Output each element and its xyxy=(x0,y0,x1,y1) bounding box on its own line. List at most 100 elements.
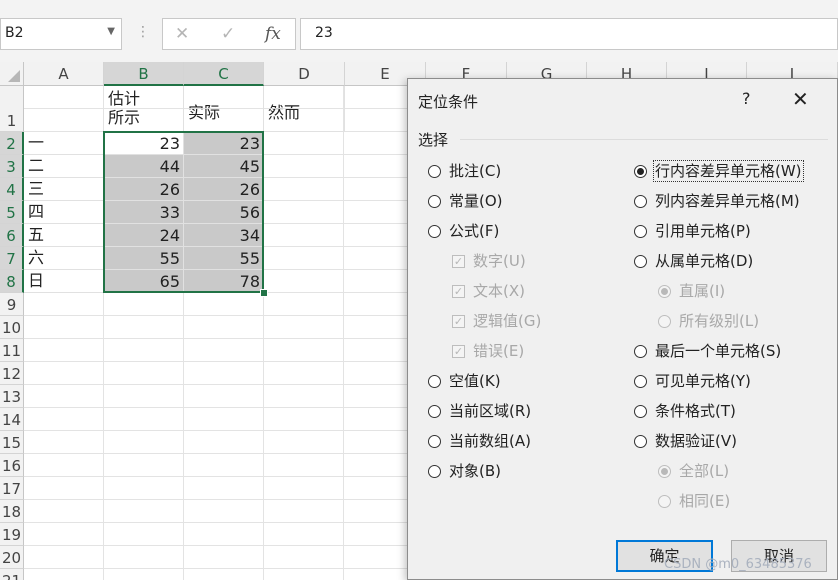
cell-a2[interactable]: 一 xyxy=(24,132,104,155)
option-direct-only[interactable]: 直属(I) xyxy=(658,279,725,303)
option-precedents[interactable]: 引用单元格(P) xyxy=(634,219,751,243)
option-numbers[interactable]: ✓ 数字(U) xyxy=(452,249,526,273)
row-header[interactable]: 20 xyxy=(0,546,24,569)
option-blanks[interactable]: 空值(K) xyxy=(428,369,501,393)
option-all-levels[interactable]: 所有级别(L) xyxy=(658,309,759,333)
row-header[interactable]: 6 xyxy=(0,224,24,247)
cell-a7[interactable]: 六 xyxy=(24,247,104,270)
cell-c6[interactable]: 34 xyxy=(184,224,264,247)
cell-a5[interactable]: 四 xyxy=(24,201,104,224)
row-header[interactable]: 21 xyxy=(0,569,24,580)
row-header[interactable]: 3 xyxy=(0,155,24,178)
column-header-b[interactable]: B xyxy=(104,62,184,86)
row-header[interactable]: 8 xyxy=(0,270,24,293)
cell-b1[interactable]: 估计 所示 xyxy=(104,86,184,132)
option-objects[interactable]: 对象(B) xyxy=(428,459,501,483)
column-header-d[interactable]: D xyxy=(264,62,345,86)
cell-b7[interactable]: 55 xyxy=(104,247,184,270)
cell-a8[interactable]: 日 xyxy=(24,270,104,293)
radio-icon xyxy=(428,165,441,178)
cell-b2[interactable]: 23 xyxy=(104,132,184,155)
option-current-array[interactable]: 当前数组(A) xyxy=(428,429,531,453)
cell-c1[interactable]: 实际 xyxy=(184,86,264,132)
option-conditional-formats[interactable]: 条件格式(T) xyxy=(634,399,736,423)
row-header[interactable]: 12 xyxy=(0,362,24,385)
help-icon[interactable]: ? xyxy=(742,89,751,108)
option-column-differences[interactable]: 列内容差异单元格(M) xyxy=(634,189,800,213)
option-formulas[interactable]: 公式(F) xyxy=(428,219,499,243)
cell-c7[interactable]: 55 xyxy=(184,247,264,270)
option-current-region[interactable]: 当前区域(R) xyxy=(428,399,531,423)
cell-b6[interactable]: 24 xyxy=(104,224,184,247)
cell-text: 26 xyxy=(239,180,260,199)
row-header[interactable]: 17 xyxy=(0,477,24,500)
close-icon[interactable]: ✕ xyxy=(792,87,809,111)
row-header[interactable]: 15 xyxy=(0,431,24,454)
insert-function-icon[interactable]: fx xyxy=(265,24,281,44)
option-constants[interactable]: 常量(O) xyxy=(428,189,503,213)
option-row-differences[interactable]: 行内容差异单元格(W) xyxy=(634,159,804,183)
chevron-down-icon[interactable]: ▼ xyxy=(107,26,115,37)
cell-d1[interactable]: 然而 xyxy=(264,86,345,132)
column-header-a[interactable]: A xyxy=(24,62,104,86)
column-header-c[interactable]: C xyxy=(184,62,264,86)
row-header[interactable]: 2 xyxy=(0,132,24,155)
option-data-validation[interactable]: 数据验证(V) xyxy=(634,429,737,453)
select-all-corner[interactable] xyxy=(0,62,24,86)
option-text[interactable]: ✓ 文本(X) xyxy=(452,279,525,303)
option-label: 从属单元格(D) xyxy=(655,252,754,270)
option-label: 数字(U) xyxy=(473,252,526,270)
cell-a3[interactable]: 二 xyxy=(24,155,104,178)
option-label: 引用单元格(P) xyxy=(655,222,751,240)
option-last-cell[interactable]: 最后一个单元格(S) xyxy=(634,339,781,363)
formula-input[interactable]: 23 xyxy=(300,18,838,50)
enter-icon[interactable]: ✓ xyxy=(221,24,235,44)
cell-text: 估计 所示 xyxy=(108,89,140,127)
row-number: 13 xyxy=(1,388,22,406)
cell-c3[interactable]: 45 xyxy=(184,155,264,178)
option-label: 常量(O) xyxy=(449,192,503,210)
row-header[interactable]: 13 xyxy=(0,385,24,408)
row-header[interactable]: 14 xyxy=(0,408,24,431)
option-validation-all[interactable]: 全部(L) xyxy=(658,459,729,483)
option-validation-same[interactable]: 相同(E) xyxy=(658,489,730,513)
radio-selected-icon xyxy=(658,465,671,478)
option-errors[interactable]: ✓ 错误(E) xyxy=(452,339,524,363)
name-box[interactable]: B2 ▼ xyxy=(0,18,122,50)
cell-b5[interactable]: 33 xyxy=(104,201,184,224)
cell-c4[interactable]: 26 xyxy=(184,178,264,201)
row-header[interactable]: 16 xyxy=(0,454,24,477)
cell-text: 24 xyxy=(159,226,180,245)
option-label: 批注(C) xyxy=(449,162,502,180)
row-header[interactable]: 5 xyxy=(0,201,24,224)
fill-handle[interactable] xyxy=(260,289,268,297)
option-visible-cells[interactable]: 可见单元格(Y) xyxy=(634,369,751,393)
cell-b3[interactable]: 44 xyxy=(104,155,184,178)
option-label: 当前区域(R) xyxy=(449,402,532,420)
cell-c5[interactable]: 56 xyxy=(184,201,264,224)
row-header[interactable]: 19 xyxy=(0,523,24,546)
option-label: 可见单元格(Y) xyxy=(655,372,751,390)
cell-text: 55 xyxy=(239,249,260,268)
cell-b8[interactable]: 65 xyxy=(104,270,184,293)
option-dependents[interactable]: 从属单元格(D) xyxy=(634,249,753,273)
row-number: 9 xyxy=(6,296,17,314)
cell-c8[interactable]: 78 xyxy=(184,270,264,293)
cell-text: 四 xyxy=(28,202,45,221)
option-label: 相同(E) xyxy=(679,492,731,510)
row-header[interactable]: 10 xyxy=(0,316,24,339)
row-header[interactable]: 18 xyxy=(0,500,24,523)
row-header[interactable]: 9 xyxy=(0,293,24,316)
cancel-icon[interactable]: ✕ xyxy=(175,24,189,44)
cell-a4[interactable]: 三 xyxy=(24,178,104,201)
cell-a6[interactable]: 五 xyxy=(24,224,104,247)
row-header[interactable]: 4 xyxy=(0,178,24,201)
option-comments[interactable]: 批注(C) xyxy=(428,159,501,183)
radio-icon xyxy=(658,495,671,508)
row-header[interactable]: 1 xyxy=(0,86,24,132)
cell-b4[interactable]: 26 xyxy=(104,178,184,201)
option-logicals[interactable]: ✓ 逻辑值(G) xyxy=(452,309,541,333)
row-header[interactable]: 11 xyxy=(0,339,24,362)
cell-c2[interactable]: 23 xyxy=(184,132,264,155)
row-header[interactable]: 7 xyxy=(0,247,24,270)
